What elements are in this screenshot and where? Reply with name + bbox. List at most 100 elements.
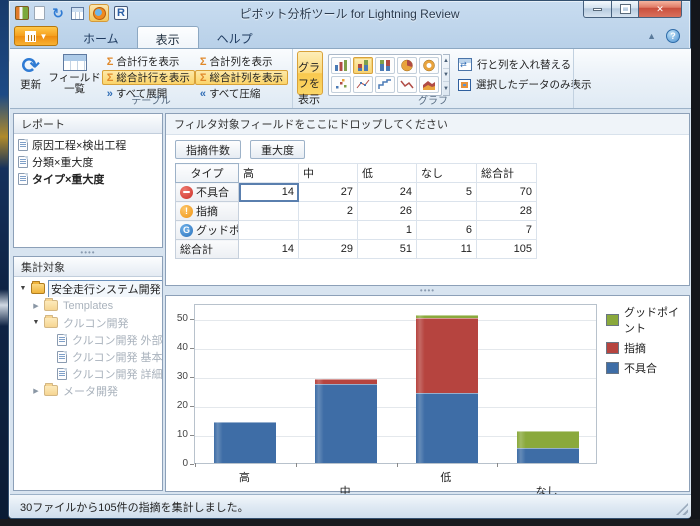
filter-drop-zone[interactable]: フィルタ対象フィールドをここにドロップしてください xyxy=(166,114,689,135)
finding-type-icon: ! xyxy=(180,205,193,218)
pivot-total-cell[interactable]: 11 xyxy=(417,240,477,259)
pivot-cell[interactable]: 1 xyxy=(358,221,417,240)
chart-type-pie-icon[interactable] xyxy=(397,57,417,74)
pivot-corner-cell[interactable]: タイプ xyxy=(176,164,239,183)
tree-expander-icon[interactable]: ▶ xyxy=(31,302,41,310)
chart-type-scatter-icon[interactable] xyxy=(331,76,351,93)
tree-expander-icon[interactable]: ▼ xyxy=(18,285,28,292)
gallery-scroll-down-icon[interactable]: ▼ xyxy=(443,69,449,83)
pivot-column-header[interactable]: 総合計 xyxy=(477,164,537,183)
chart-type-scatter-line-icon[interactable] xyxy=(353,76,373,93)
toggle-総合計行を表示[interactable]: Σ総合計行を表示 xyxy=(102,70,195,85)
tree-item[interactable]: クルコン開発 基本設... xyxy=(14,348,162,365)
pivot-column-header[interactable]: 中 xyxy=(299,164,358,183)
bar-segment-不具合[interactable] xyxy=(517,448,579,463)
pivot-total-cell[interactable]: 51 xyxy=(358,240,417,259)
toggle-合計行を表示[interactable]: Σ合計行を表示 xyxy=(102,54,195,69)
action-行と列を入れ替える[interactable]: 行と列を入れ替える xyxy=(458,57,592,72)
pivot-total-header[interactable]: 総合計 xyxy=(176,240,239,259)
pivot-total-cell[interactable]: 29 xyxy=(299,240,358,259)
report-doc-icon xyxy=(18,173,28,185)
tree-item[interactable]: クルコン開発 詳細設... xyxy=(14,365,162,382)
pivot-total-cell[interactable]: 14 xyxy=(239,240,299,259)
pivot-cell[interactable] xyxy=(299,221,358,240)
gallery-scroll-up-icon[interactable]: ▲ xyxy=(443,55,449,69)
tree-item[interactable]: ▼安全走行システム開発プロジ... xyxy=(14,280,162,297)
refresh-button[interactable]: ⟳ 更新 xyxy=(14,51,47,95)
minimize-button[interactable] xyxy=(583,1,612,18)
pivot-cell[interactable]: 14 xyxy=(239,183,299,202)
application-menu-button[interactable]: ▼ xyxy=(14,26,58,46)
chart-type-stacked-bar-icon[interactable] xyxy=(353,57,373,74)
field-button-severity[interactable]: 重大度 xyxy=(250,140,305,159)
show-chart-button[interactable]: グラフを表示 xyxy=(297,51,323,95)
field-button-count[interactable]: 指摘件数 xyxy=(175,140,241,159)
chart-type-donut-icon[interactable] xyxy=(419,57,439,74)
folder-icon xyxy=(44,317,58,328)
tree-item[interactable]: ▶Templates xyxy=(14,297,162,314)
bar-segment-指摘[interactable] xyxy=(416,318,478,394)
action-選択したデータのみ表示[interactable]: 選択したデータのみ表示 xyxy=(458,77,592,92)
tree-item-label: クルコン開発 xyxy=(61,315,130,331)
help-icon[interactable]: ? xyxy=(666,29,680,43)
pivot-row-header[interactable]: !指摘 xyxy=(176,202,239,221)
chart-type-stacked-bar-100-icon[interactable] xyxy=(375,57,395,74)
pivot-cell[interactable]: 5 xyxy=(417,183,477,202)
chart-type-bar-icon[interactable] xyxy=(331,57,351,74)
bar-segment-グッドポイント[interactable] xyxy=(517,431,579,448)
bar-segment-指摘[interactable] xyxy=(315,379,377,385)
chart-type-area-icon[interactable] xyxy=(419,76,439,93)
resize-grip-icon[interactable] xyxy=(676,503,688,515)
pivot-row-header[interactable]: Gグッドポイント xyxy=(176,221,239,240)
pivot-cell[interactable]: 24 xyxy=(358,183,417,202)
pivot-row-header[interactable]: 不具合 xyxy=(176,183,239,202)
pivot-total-cell[interactable]: 105 xyxy=(477,240,537,259)
tree-item-label: クルコン開発 詳細設... xyxy=(70,366,162,382)
tree-item[interactable]: クルコン開発 外部仕... xyxy=(14,331,162,348)
sidebar-splitter[interactable]: •••• xyxy=(13,249,163,256)
toggle-合計列を表示[interactable]: Σ合計列を表示 xyxy=(195,54,288,69)
close-button[interactable]: ✕ xyxy=(639,1,682,18)
pivot-cell[interactable]: 6 xyxy=(417,221,477,240)
toggle-総合計列を表示[interactable]: Σ総合計列を表示 xyxy=(195,70,288,85)
pivot-cell[interactable]: 2 xyxy=(299,202,358,221)
maximize-button[interactable] xyxy=(612,1,639,18)
chart-type-step-icon[interactable] xyxy=(375,76,395,93)
pivot-cell[interactable]: 26 xyxy=(358,202,417,221)
bar-segment-不具合[interactable] xyxy=(214,422,276,463)
sigma-icon: Σ xyxy=(107,56,114,68)
pivot-column-header[interactable]: 低 xyxy=(358,164,417,183)
title-bar[interactable]: ↻ R ピボット分析ツール for Lightning Review ✕ xyxy=(9,1,690,25)
pivot-cell[interactable]: 27 xyxy=(299,183,358,202)
pivot-cell[interactable]: 28 xyxy=(477,202,537,221)
tab-ホーム[interactable]: ホーム xyxy=(65,26,137,48)
field-list-icon xyxy=(63,54,87,71)
pivot-cell[interactable]: 7 xyxy=(477,221,537,240)
tree-expander-icon[interactable]: ▼ xyxy=(31,319,41,326)
pivot-cell[interactable] xyxy=(417,202,477,221)
report-item[interactable]: 原因工程×検出工程 xyxy=(14,136,162,153)
chart-type-line-icon[interactable] xyxy=(397,76,417,93)
y-tick-label: 10 xyxy=(168,429,188,440)
pivot-cell[interactable] xyxy=(239,221,299,240)
report-item[interactable]: 分類×重大度 xyxy=(14,153,162,170)
tab-ヘルプ[interactable]: ヘルプ xyxy=(199,26,271,48)
bar-segment-不具合[interactable] xyxy=(416,393,478,463)
chart-plot-area[interactable] xyxy=(194,304,597,464)
pivot-column-header[interactable]: 高 xyxy=(239,164,299,183)
tree-expander-icon[interactable]: ▶ xyxy=(31,387,41,395)
pivot-table[interactable]: タイプ高中低なし総合計不具合142724570!指摘22628Gグッドポイント1… xyxy=(175,163,537,259)
pivot-cell[interactable]: 70 xyxy=(477,183,537,202)
collapse-ribbon-icon[interactable]: ▲ xyxy=(647,31,656,41)
table-chart-splitter[interactable]: •••• xyxy=(165,286,690,295)
bar-segment-不具合[interactable] xyxy=(315,384,377,463)
ribbon-group-table: ⟳ 更新 フィールド一覧 Σ合計行を表示Σ総合計行を表示»すべて展開 Σ合計列を… xyxy=(10,49,292,108)
tab-表示[interactable]: 表示 xyxy=(137,26,199,48)
tree-item[interactable]: ▶メータ開発 xyxy=(14,382,162,399)
pivot-column-header[interactable]: なし xyxy=(417,164,477,183)
bar-segment-グッドポイント[interactable] xyxy=(416,315,478,318)
tree-item[interactable]: ▼ クルコン開発 xyxy=(14,314,162,331)
pivot-cell[interactable] xyxy=(239,202,299,221)
report-item[interactable]: タイプ×重大度 xyxy=(14,170,162,187)
field-list-button[interactable]: フィールド一覧 xyxy=(47,51,101,95)
